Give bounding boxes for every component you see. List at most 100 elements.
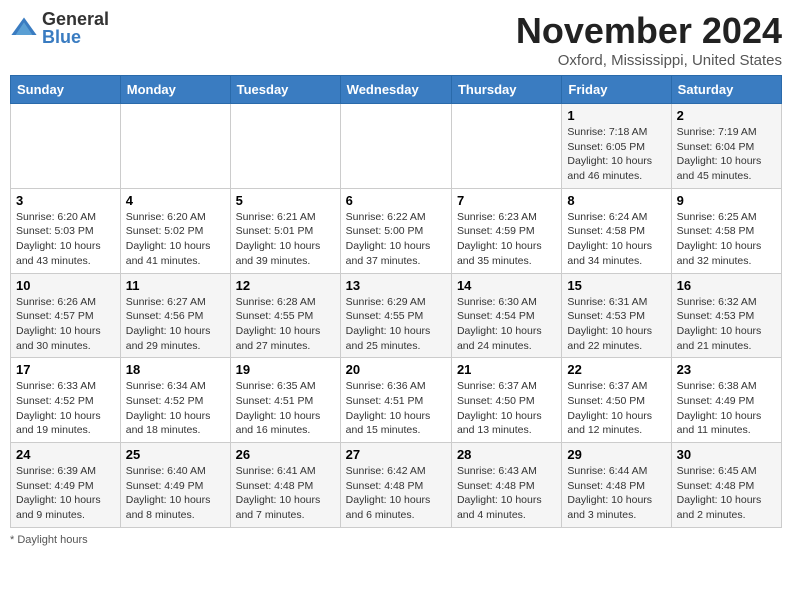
day-info: Sunrise: 6:20 AM Sunset: 5:02 PM Dayligh…: [126, 210, 225, 269]
calendar-week-row: 10 Sunrise: 6:26 AM Sunset: 4:57 PM Dayli…: [11, 273, 782, 358]
calendar-cell: 25 Sunrise: 6:40 AM Sunset: 4:49 PM Dayli…: [120, 443, 230, 528]
calendar-cell: 6 Sunrise: 6:22 AM Sunset: 5:00 PM Daylig…: [340, 188, 451, 273]
calendar-cell: 23Sunrise: 6:38 AM Sunset: 4:49 PM Dayli…: [671, 358, 781, 443]
day-number: 25: [126, 447, 225, 462]
day-info: Sunrise: 6:28 AM Sunset: 4:55 PM Dayligh…: [236, 295, 335, 354]
day-number: 22: [567, 362, 665, 377]
day-info: Sunrise: 6:21 AM Sunset: 5:01 PM Dayligh…: [236, 210, 335, 269]
day-number: 10: [16, 278, 115, 293]
calendar-title: November 2024: [516, 10, 782, 52]
calendar-cell: 22 Sunrise: 6:37 AM Sunset: 4:50 PM Dayli…: [562, 358, 671, 443]
calendar-cell: 4 Sunrise: 6:20 AM Sunset: 5:02 PM Daylig…: [120, 188, 230, 273]
day-info: Sunrise: 6:29 AM Sunset: 4:55 PM Dayligh…: [346, 295, 446, 354]
day-info: Sunrise: 6:37 AM Sunset: 4:50 PM Dayligh…: [567, 379, 665, 438]
day-info: Sunrise: 6:27 AM Sunset: 4:56 PM Dayligh…: [126, 295, 225, 354]
day-info: Sunrise: 6:41 AM Sunset: 4:48 PM Dayligh…: [236, 464, 335, 523]
day-info: Sunrise: 6:43 AM Sunset: 4:48 PM Dayligh…: [457, 464, 556, 523]
day-number: 1: [567, 108, 665, 123]
day-info: Sunrise: 6:42 AM Sunset: 4:48 PM Dayligh…: [346, 464, 446, 523]
calendar-cell: 29 Sunrise: 6:44 AM Sunset: 4:48 PM Dayli…: [562, 443, 671, 528]
day-number: 13: [346, 278, 446, 293]
day-info: Sunrise: 7:19 AM Sunset: 6:04 PM Dayligh…: [677, 125, 776, 184]
calendar-cell: 27Sunrise: 6:42 AM Sunset: 4:48 PM Dayli…: [340, 443, 451, 528]
day-number: 6: [346, 193, 446, 208]
header: General Blue November 2024 Oxford, Missi…: [10, 10, 782, 69]
calendar-cell: 19 Sunrise: 6:35 AM Sunset: 4:51 PM Dayli…: [230, 358, 340, 443]
weekday-header-row: SundayMondayTuesdayWednesdayThursdayFrid…: [11, 76, 782, 104]
logo-icon: [10, 14, 38, 42]
calendar-cell: 13 Sunrise: 6:29 AM Sunset: 4:55 PM Dayli…: [340, 273, 451, 358]
day-number: 12: [236, 278, 335, 293]
day-info: Sunrise: 6:24 AM Sunset: 4:58 PM Dayligh…: [567, 210, 665, 269]
day-number: 26: [236, 447, 335, 462]
day-info: Sunrise: 6:26 AM Sunset: 4:57 PM Dayligh…: [16, 295, 115, 354]
calendar-cell: 18 Sunrise: 6:34 AM Sunset: 4:52 PM Dayli…: [120, 358, 230, 443]
logo: General Blue: [10, 10, 109, 46]
day-info: Sunrise: 6:25 AM Sunset: 4:58 PM Dayligh…: [677, 210, 776, 269]
day-info: Sunrise: 6:33 AM Sunset: 4:52 PM Dayligh…: [16, 379, 115, 438]
day-info: Sunrise: 6:35 AM Sunset: 4:51 PM Dayligh…: [236, 379, 335, 438]
day-number: 17: [16, 362, 115, 377]
day-number: 19: [236, 362, 335, 377]
calendar-week-row: 24 Sunrise: 6:39 AM Sunset: 4:49 PM Dayli…: [11, 443, 782, 528]
day-number: 14: [457, 278, 556, 293]
day-number: 8: [567, 193, 665, 208]
calendar-location: Oxford, Mississippi, United States: [516, 52, 782, 69]
footer-note: * Daylight hours: [10, 534, 782, 546]
calendar-cell: 1 Sunrise: 7:18 AM Sunset: 6:05 PM Daylig…: [562, 104, 671, 189]
weekday-header-thursday: Thursday: [451, 76, 561, 104]
day-info: Sunrise: 7:18 AM Sunset: 6:05 PM Dayligh…: [567, 125, 665, 184]
calendar-table: SundayMondayTuesdayWednesdayThursdayFrid…: [10, 75, 782, 528]
logo-blue-text: Blue: [42, 28, 109, 46]
logo-text: General Blue: [42, 10, 109, 46]
day-info: Sunrise: 6:32 AM Sunset: 4:53 PM Dayligh…: [677, 295, 776, 354]
logo-general-text: General: [42, 10, 109, 28]
calendar-cell: 15Sunrise: 6:31 AM Sunset: 4:53 PM Dayli…: [562, 273, 671, 358]
day-number: 21: [457, 362, 556, 377]
day-info: Sunrise: 6:22 AM Sunset: 5:00 PM Dayligh…: [346, 210, 446, 269]
day-info: Sunrise: 6:39 AM Sunset: 4:49 PM Dayligh…: [16, 464, 115, 523]
weekday-header-monday: Monday: [120, 76, 230, 104]
calendar-cell: 5 Sunrise: 6:21 AM Sunset: 5:01 PM Daylig…: [230, 188, 340, 273]
calendar-cell: 21Sunrise: 6:37 AM Sunset: 4:50 PM Dayli…: [451, 358, 561, 443]
calendar-cell: 16 Sunrise: 6:32 AM Sunset: 4:53 PM Dayli…: [671, 273, 781, 358]
weekday-header-tuesday: Tuesday: [230, 76, 340, 104]
day-number: 20: [346, 362, 446, 377]
day-info: Sunrise: 6:30 AM Sunset: 4:54 PM Dayligh…: [457, 295, 556, 354]
day-info: Sunrise: 6:40 AM Sunset: 4:49 PM Dayligh…: [126, 464, 225, 523]
day-number: 11: [126, 278, 225, 293]
calendar-cell: 8 Sunrise: 6:24 AM Sunset: 4:58 PM Daylig…: [562, 188, 671, 273]
day-number: 28: [457, 447, 556, 462]
day-number: 23: [677, 362, 776, 377]
calendar-cell: 28 Sunrise: 6:43 AM Sunset: 4:48 PM Dayli…: [451, 443, 561, 528]
day-info: Sunrise: 6:20 AM Sunset: 5:03 PM Dayligh…: [16, 210, 115, 269]
day-number: 2: [677, 108, 776, 123]
day-info: Sunrise: 6:44 AM Sunset: 4:48 PM Dayligh…: [567, 464, 665, 523]
calendar-cell: 7Sunrise: 6:23 AM Sunset: 4:59 PM Daylig…: [451, 188, 561, 273]
calendar-cell: [120, 104, 230, 189]
day-number: 18: [126, 362, 225, 377]
calendar-cell: 24 Sunrise: 6:39 AM Sunset: 4:49 PM Dayli…: [11, 443, 121, 528]
title-area: November 2024 Oxford, Mississippi, Unite…: [516, 10, 782, 69]
day-number: 30: [677, 447, 776, 462]
daylight-label: Daylight hours: [17, 534, 87, 546]
day-info: Sunrise: 6:45 AM Sunset: 4:48 PM Dayligh…: [677, 464, 776, 523]
calendar-cell: 30 Sunrise: 6:45 AM Sunset: 4:48 PM Dayli…: [671, 443, 781, 528]
day-number: 5: [236, 193, 335, 208]
calendar-cell: 10 Sunrise: 6:26 AM Sunset: 4:57 PM Dayli…: [11, 273, 121, 358]
calendar-cell: 20Sunrise: 6:36 AM Sunset: 4:51 PM Dayli…: [340, 358, 451, 443]
calendar-cell: 17 Sunrise: 6:33 AM Sunset: 4:52 PM Dayli…: [11, 358, 121, 443]
calendar-cell: [11, 104, 121, 189]
calendar-cell: [340, 104, 451, 189]
calendar-cell: [230, 104, 340, 189]
calendar-cell: 9Sunrise: 6:25 AM Sunset: 4:58 PM Daylig…: [671, 188, 781, 273]
calendar-week-row: 3 Sunrise: 6:20 AM Sunset: 5:03 PM Daylig…: [11, 188, 782, 273]
day-number: 4: [126, 193, 225, 208]
day-number: 24: [16, 447, 115, 462]
day-number: 3: [16, 193, 115, 208]
day-info: Sunrise: 6:34 AM Sunset: 4:52 PM Dayligh…: [126, 379, 225, 438]
calendar-week-row: 17 Sunrise: 6:33 AM Sunset: 4:52 PM Dayli…: [11, 358, 782, 443]
day-number: 29: [567, 447, 665, 462]
calendar-cell: 3 Sunrise: 6:20 AM Sunset: 5:03 PM Daylig…: [11, 188, 121, 273]
day-number: 16: [677, 278, 776, 293]
